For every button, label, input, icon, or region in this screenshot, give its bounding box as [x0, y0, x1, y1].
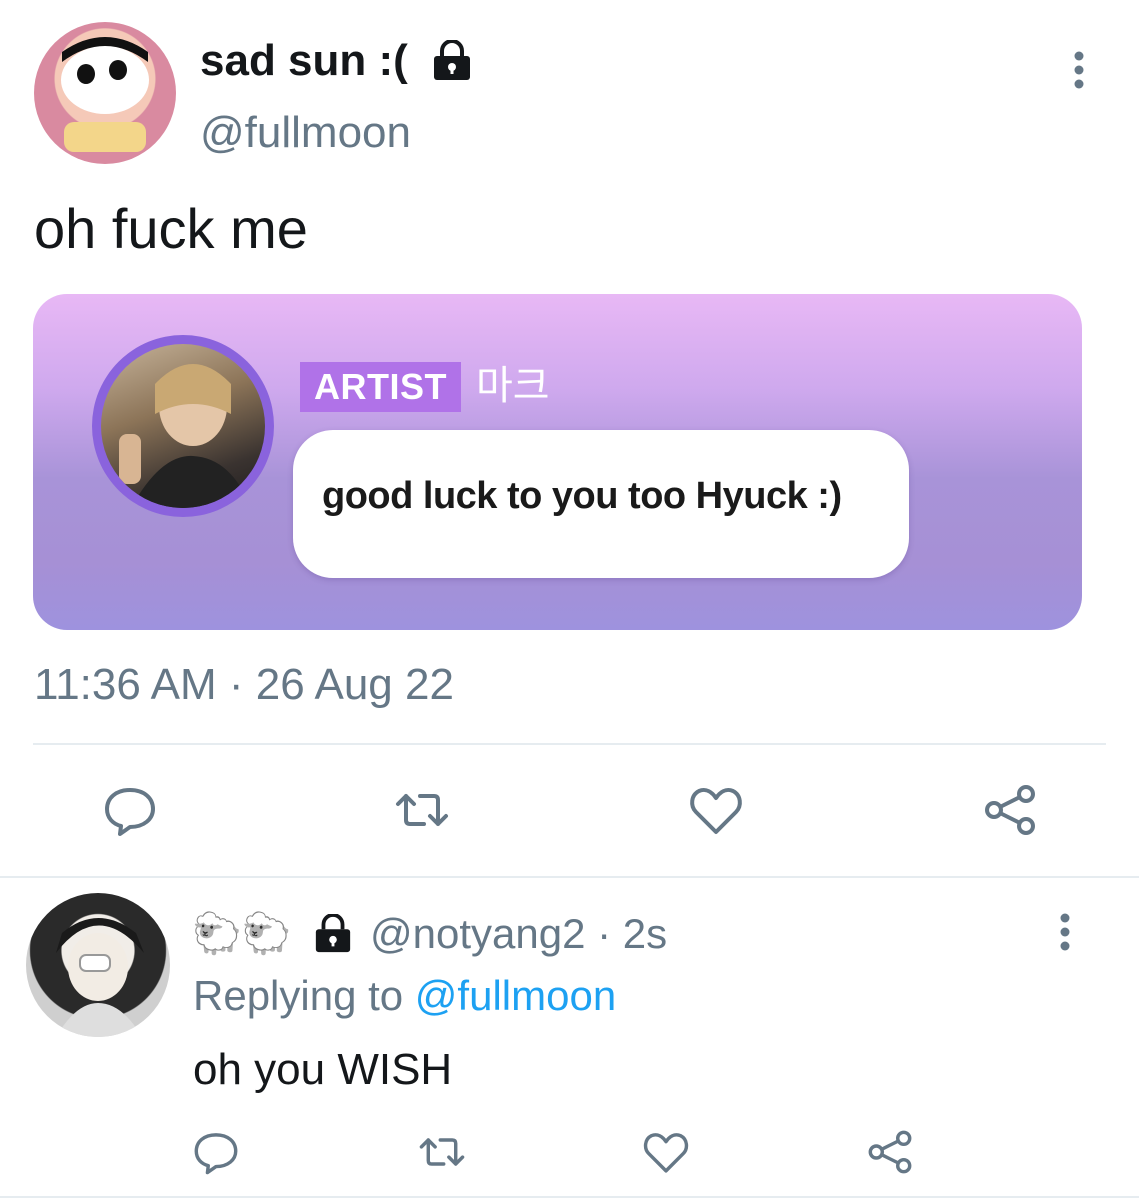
reply-author-avatar[interactable]	[26, 893, 170, 1037]
replying-mention-link[interactable]: @fullmoon	[415, 972, 616, 1019]
retweet-icon[interactable]	[418, 1128, 466, 1176]
divider	[33, 743, 1106, 745]
artist-badge: ARTIST	[300, 362, 461, 412]
reply-icon[interactable]	[192, 1128, 240, 1176]
tweet-timestamp[interactable]: 11:36 AM · 26 Aug 22	[34, 660, 454, 710]
heart-icon[interactable]	[688, 782, 744, 838]
reply-display-name[interactable]: 🐑🐑	[192, 910, 292, 957]
artist-name: 마크	[476, 364, 550, 408]
divider	[0, 1196, 1139, 1198]
share-icon[interactable]	[866, 1128, 914, 1176]
author-display-name[interactable]: sad sun :(	[200, 36, 408, 86]
replying-prefix: Replying to	[193, 972, 415, 1019]
tweet-text: oh fuck me	[34, 197, 308, 260]
message-text: good luck to you too Hyuck :)	[322, 475, 842, 517]
lock-icon	[312, 913, 354, 954]
reply-icon[interactable]	[102, 782, 158, 838]
author-avatar[interactable]	[34, 22, 176, 164]
more-vertical-icon[interactable]	[1052, 912, 1078, 952]
replying-to: Replying to @fullmoon	[193, 972, 616, 1020]
retweet-icon[interactable]	[394, 782, 450, 838]
more-vertical-icon[interactable]	[1066, 50, 1092, 90]
author-handle[interactable]: @fullmoon	[200, 108, 411, 158]
reply-text: oh you WISH	[193, 1045, 453, 1094]
lock-icon	[430, 39, 474, 82]
artist-avatar	[101, 344, 265, 508]
reply-handle-time[interactable]: @notyang2 · 2s	[370, 910, 667, 958]
heart-icon[interactable]	[642, 1128, 690, 1176]
share-icon[interactable]	[982, 782, 1038, 838]
divider	[0, 876, 1139, 878]
